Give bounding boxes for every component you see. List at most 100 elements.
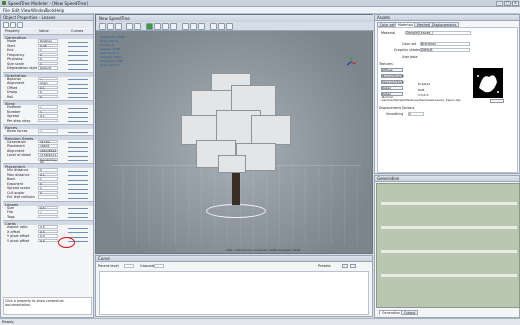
curve-preview[interactable] bbox=[68, 186, 88, 190]
property-value[interactable]: ✓ bbox=[38, 129, 58, 133]
property-value[interactable]: 2 bbox=[38, 52, 58, 57]
close-button[interactable]: × bbox=[512, 1, 519, 6]
tree-canopy[interactable] bbox=[176, 65, 296, 180]
property-value[interactable]: 0.5 bbox=[38, 234, 58, 238]
property-value[interactable]: 0.1 bbox=[38, 172, 58, 177]
presets-label[interactable]: Presets bbox=[318, 264, 331, 268]
category-icon[interactable] bbox=[10, 22, 16, 28]
property-value[interactable]: 0 bbox=[38, 90, 58, 94]
property-value[interactable] bbox=[38, 195, 58, 199]
property-value[interactable]: Default bbox=[38, 66, 58, 70]
tree-icon[interactable] bbox=[146, 23, 153, 30]
property-value[interactable]: 0.1 bbox=[38, 114, 58, 118]
preset-right-icon[interactable] bbox=[350, 264, 356, 268]
menu-help[interactable]: Help bbox=[55, 8, 64, 13]
curve-preview[interactable] bbox=[68, 53, 88, 57]
property-value[interactable]: 0 bbox=[38, 94, 58, 99]
property-value[interactable]: 1807/8322 bbox=[38, 148, 58, 153]
curve-preview[interactable] bbox=[68, 62, 88, 66]
property-row[interactable]: Per step stray bbox=[4, 118, 92, 124]
property-value[interactable]: ✓ bbox=[38, 76, 58, 81]
refresh-icon[interactable] bbox=[17, 22, 23, 28]
curve-preview[interactable] bbox=[68, 206, 88, 210]
curve-preview[interactable] bbox=[68, 39, 88, 43]
wind-icon[interactable] bbox=[226, 23, 233, 30]
curve-preview[interactable] bbox=[68, 144, 88, 148]
menu-tools[interactable]: Tools bbox=[45, 8, 55, 13]
property-value[interactable]: 0.5 bbox=[38, 238, 58, 243]
curve-preview[interactable] bbox=[68, 230, 88, 234]
compass-icon[interactable] bbox=[346, 57, 357, 67]
lighting-icon[interactable] bbox=[198, 23, 205, 30]
property-value[interactable]: 0 bbox=[38, 181, 58, 186]
curve-preview[interactable] bbox=[68, 153, 88, 157]
curve-preview[interactable] bbox=[68, 149, 88, 153]
curve-preview[interactable] bbox=[68, 86, 88, 90]
diffuse-button[interactable]: Diffuse bbox=[381, 68, 403, 72]
normal-height-button[interactable]: Normal/Height bbox=[381, 74, 404, 78]
property-value[interactable]: Relative bbox=[38, 39, 58, 43]
cascade-select[interactable] bbox=[154, 264, 164, 268]
curve-preview[interactable] bbox=[68, 81, 88, 85]
detail-normal-button[interactable]: Detail Normal bbox=[381, 92, 403, 99]
selection-ring[interactable] bbox=[206, 204, 266, 218]
open-icon[interactable] bbox=[107, 23, 114, 30]
property-value[interactable]: 0.35 bbox=[38, 43, 58, 48]
property-value[interactable]: 0.5 bbox=[38, 205, 58, 210]
new-icon[interactable] bbox=[99, 23, 106, 30]
wireframe-icon[interactable] bbox=[182, 23, 189, 30]
viewport[interactable]: New SpeedTree Billboards: 1098 Branches:… bbox=[95, 14, 374, 254]
generation-graph[interactable] bbox=[376, 183, 520, 308]
property-value[interactable]: 1 bbox=[38, 48, 58, 52]
undo-icon[interactable] bbox=[126, 23, 133, 30]
smoothing-input[interactable]: 0 bbox=[408, 112, 424, 116]
curve-preview[interactable] bbox=[68, 77, 88, 81]
curve-preview[interactable] bbox=[68, 110, 88, 114]
property-value[interactable]: Randomize all bbox=[38, 157, 58, 164]
curve-preview[interactable] bbox=[68, 158, 88, 162]
curve-preview[interactable] bbox=[68, 225, 88, 229]
property-row[interactable]: Y pivot offset 0.5 bbox=[4, 238, 92, 244]
property-value[interactable]: ✓ bbox=[38, 210, 58, 214]
sort-icon[interactable] bbox=[3, 22, 9, 28]
curve-preview[interactable] bbox=[68, 95, 88, 99]
curve-preview[interactable] bbox=[68, 114, 88, 118]
menu-file[interactable]: File bbox=[3, 8, 10, 13]
property-row[interactable]: Roll 0 bbox=[4, 94, 92, 100]
property-row[interactable]: Allow forces ✓ bbox=[4, 129, 92, 134]
minimize-button[interactable]: – bbox=[496, 1, 503, 6]
color-set-select[interactable]: Branches bbox=[420, 42, 470, 46]
curve-preview[interactable] bbox=[68, 215, 88, 219]
property-value[interactable]: 0.1 bbox=[38, 85, 58, 90]
menu-edit[interactable]: Edit bbox=[12, 8, 20, 13]
property-value[interactable]: 18633 bbox=[38, 144, 58, 148]
property-value[interactable]: 1 bbox=[38, 177, 58, 181]
shaded-icon[interactable] bbox=[190, 23, 197, 30]
tab-generation[interactable]: Generation bbox=[379, 310, 404, 315]
property-value[interactable]: Align bbox=[38, 81, 58, 85]
curve-preview[interactable] bbox=[68, 195, 88, 199]
curve-preview[interactable] bbox=[68, 57, 88, 61]
property-row[interactable]: Ent leaf collision bbox=[4, 195, 92, 200]
preset-left-icon[interactable] bbox=[342, 264, 348, 268]
property-value[interactable]: 0 bbox=[38, 190, 58, 195]
property-row[interactable]: Randomize all bbox=[4, 157, 92, 164]
curve-preview[interactable] bbox=[68, 48, 88, 52]
property-value[interactable]: 0.5 bbox=[38, 229, 58, 234]
curve-preview[interactable] bbox=[68, 66, 88, 70]
texture-preview[interactable] bbox=[473, 68, 503, 98]
specular-button[interactable]: Specular/Trans bbox=[381, 80, 404, 84]
property-value[interactable]: 31150 bbox=[38, 139, 58, 144]
move-icon[interactable] bbox=[154, 23, 161, 30]
browse-button[interactable] bbox=[490, 99, 504, 103]
curve-preview[interactable] bbox=[68, 191, 88, 195]
property-row[interactable]: Tags bbox=[4, 214, 92, 220]
scale-icon[interactable] bbox=[170, 23, 177, 30]
property-row[interactable]: Degradation style Default bbox=[4, 66, 92, 71]
tab-output[interactable]: Output bbox=[401, 310, 419, 315]
curve-preview[interactable] bbox=[68, 177, 88, 181]
redo-icon[interactable] bbox=[134, 23, 141, 30]
property-value[interactable] bbox=[38, 214, 58, 219]
curve-preview[interactable] bbox=[68, 168, 88, 172]
property-value[interactable]: 0.5 bbox=[38, 225, 58, 229]
